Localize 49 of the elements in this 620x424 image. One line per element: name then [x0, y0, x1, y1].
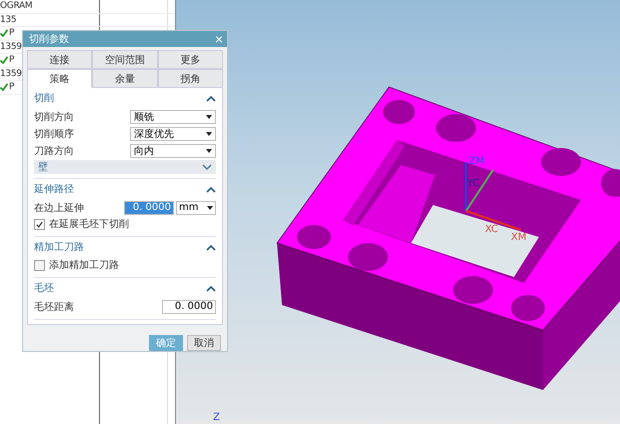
- tab[interactable]: 拐角: [158, 69, 223, 88]
- coordinate-axes-icon: [465, 162, 522, 231]
- section-title: 延伸路径: [34, 183, 74, 196]
- tree-item[interactable]: 135: [0, 14, 16, 25]
- axis-label: Z: [213, 412, 220, 423]
- field-label: 毛坯距离: [34, 300, 74, 314]
- axis-label: YC: [467, 178, 480, 189]
- tab[interactable]: 更多: [158, 50, 223, 69]
- unit-dropdown[interactable]: mm: [176, 200, 216, 214]
- cancel-button[interactable]: 取消: [187, 335, 221, 351]
- axis-label: XC: [485, 224, 498, 235]
- collapsed-group[interactable]: 壁: [34, 160, 216, 174]
- axis-label: ZM: [469, 156, 484, 167]
- dropdown-arrow-icon: [207, 206, 213, 210]
- number-field[interactable]: 0. 0000: [124, 200, 174, 214]
- dropdown[interactable]: 顺铣: [130, 110, 216, 124]
- field-label: 切削顺序: [34, 128, 74, 140]
- collapse-chevron-icon[interactable]: [206, 284, 216, 292]
- dropdown[interactable]: 深度优先: [130, 126, 216, 140]
- collapse-chevron-icon[interactable]: [206, 244, 216, 250]
- tree-item[interactable]: P: [9, 82, 14, 92]
- number-field[interactable]: 0. 0000: [162, 300, 216, 314]
- dropdown-arrow-icon: [206, 132, 212, 136]
- tab[interactable]: 空间范围: [92, 50, 158, 69]
- field-label: 切削方向: [34, 110, 74, 124]
- section-title: 精加工刀路: [34, 240, 84, 254]
- section-title: 毛坯: [34, 282, 54, 295]
- tab[interactable]: 余量: [92, 69, 158, 88]
- tab[interactable]: 策略: [27, 69, 92, 88]
- tab[interactable]: 连接: [27, 50, 92, 69]
- field-label: 刀路方向: [34, 144, 74, 158]
- collapse-chevron-icon[interactable]: [206, 186, 216, 192]
- dialog-title: 切削参数: [29, 32, 69, 46]
- collapse-chevron-icon[interactable]: [206, 94, 216, 102]
- tree-item[interactable]: 1359: [0, 42, 22, 52]
- checkbox-label: 在延展毛坯下切削: [49, 218, 129, 231]
- dropdown[interactable]: 向内: [130, 144, 216, 158]
- tree-item[interactable]: P: [9, 28, 14, 38]
- section-title: 切削: [34, 92, 54, 105]
- dropdown-arrow-icon: [206, 148, 212, 152]
- tree-item[interactable]: P: [9, 55, 14, 66]
- tree-item[interactable]: 1359: [0, 68, 22, 79]
- checkbox-label: 添加精加工刀路: [49, 258, 119, 272]
- checkbox[interactable]: [34, 218, 45, 230]
- field-label: 在边上延伸: [34, 202, 84, 214]
- dropdown-arrow-icon: [206, 114, 212, 118]
- axis-label: XM: [511, 232, 526, 243]
- tree-item[interactable]: OGRAM: [0, 1, 32, 12]
- checkbox[interactable]: [34, 260, 45, 270]
